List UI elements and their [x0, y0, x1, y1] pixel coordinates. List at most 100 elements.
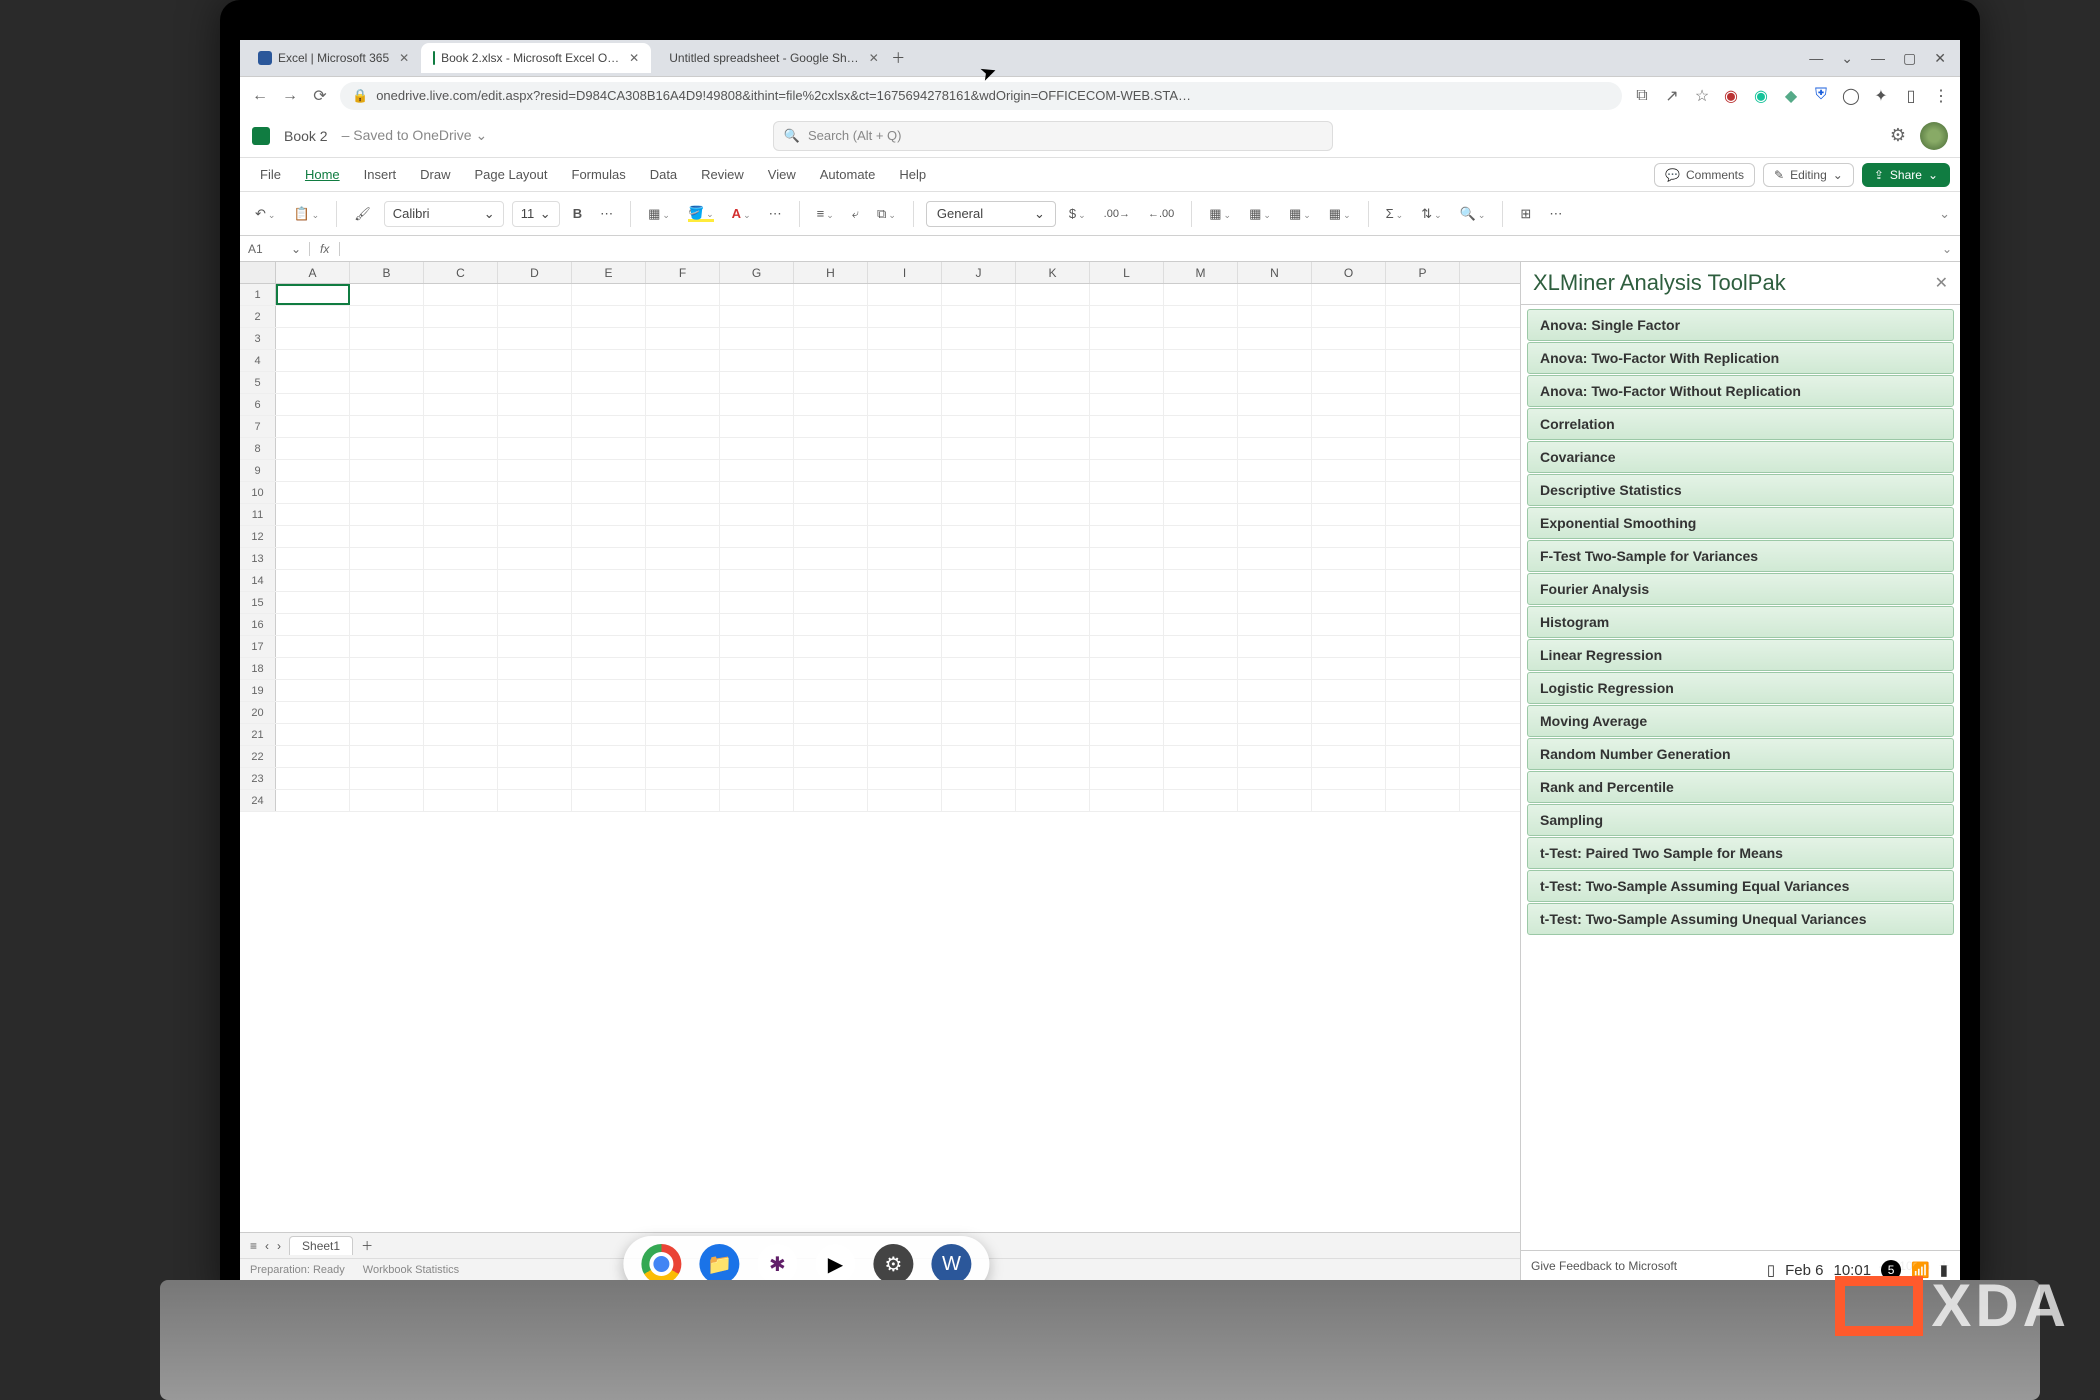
reload-button[interactable]: ⟳	[310, 86, 330, 106]
cell[interactable]	[868, 526, 942, 547]
cell[interactable]	[498, 746, 572, 767]
play-store-icon[interactable]: ▶	[815, 1244, 855, 1284]
cell-styles-button[interactable]: ▦⌄	[1284, 203, 1316, 225]
cell[interactable]	[350, 482, 424, 503]
cell[interactable]	[498, 416, 572, 437]
cell[interactable]	[720, 416, 794, 437]
cell[interactable]	[1312, 328, 1386, 349]
row-header[interactable]: 14	[240, 570, 276, 591]
cell[interactable]	[572, 636, 646, 657]
cell[interactable]	[498, 526, 572, 547]
font-name-select[interactable]: Calibri⌄	[384, 201, 504, 227]
cell[interactable]	[276, 636, 350, 657]
cell[interactable]	[1016, 680, 1090, 701]
cell[interactable]	[498, 328, 572, 349]
cell[interactable]	[1238, 548, 1312, 569]
cell[interactable]	[572, 592, 646, 613]
cell[interactable]	[794, 350, 868, 371]
cell[interactable]	[1016, 768, 1090, 789]
cell[interactable]	[720, 724, 794, 745]
column-header[interactable]: C	[424, 262, 498, 283]
cell[interactable]	[1164, 724, 1238, 745]
reading-list-icon[interactable]: ▯	[1902, 86, 1920, 106]
cell[interactable]	[1312, 592, 1386, 613]
cell[interactable]	[1090, 482, 1164, 503]
cell[interactable]	[720, 284, 794, 305]
cell[interactable]	[1312, 548, 1386, 569]
cell[interactable]	[1238, 482, 1312, 503]
paste-button[interactable]: 📋⌄	[288, 203, 324, 225]
cell[interactable]	[794, 482, 868, 503]
cell[interactable]	[1312, 658, 1386, 679]
cell[interactable]	[350, 614, 424, 635]
column-header[interactable]: H	[794, 262, 868, 283]
cell[interactable]	[572, 746, 646, 767]
cell[interactable]	[1312, 768, 1386, 789]
cell[interactable]	[1238, 636, 1312, 657]
cell[interactable]	[646, 328, 720, 349]
cell[interactable]	[1386, 460, 1460, 481]
name-box[interactable]: A1⌄	[240, 242, 310, 256]
row-header[interactable]: 7	[240, 416, 276, 437]
cell[interactable]	[1238, 394, 1312, 415]
cell[interactable]	[350, 284, 424, 305]
cell[interactable]	[1312, 350, 1386, 371]
analysis-tool-item[interactable]: Anova: Single Factor	[1527, 309, 1954, 341]
cell[interactable]	[720, 328, 794, 349]
cell[interactable]	[1312, 790, 1386, 811]
gear-icon[interactable]: ⚙	[1890, 125, 1906, 146]
cell[interactable]	[1016, 284, 1090, 305]
column-header[interactable]: I	[868, 262, 942, 283]
row-header[interactable]: 5	[240, 372, 276, 393]
new-tab-button[interactable]: ＋	[881, 48, 915, 68]
cell[interactable]	[276, 658, 350, 679]
ribbon-tab-file[interactable]: File	[250, 161, 291, 188]
cell[interactable]	[942, 372, 1016, 393]
cell[interactable]	[1386, 724, 1460, 745]
cell[interactable]	[424, 306, 498, 327]
cell[interactable]	[1090, 416, 1164, 437]
cell[interactable]	[276, 614, 350, 635]
cell[interactable]	[1164, 746, 1238, 767]
cell[interactable]	[1312, 636, 1386, 657]
ext-icon-1[interactable]: ◆	[1782, 86, 1800, 106]
cell[interactable]	[720, 636, 794, 657]
cell[interactable]	[1312, 680, 1386, 701]
cell[interactable]	[1016, 724, 1090, 745]
cell[interactable]	[942, 306, 1016, 327]
cell[interactable]	[350, 636, 424, 657]
cell[interactable]	[942, 548, 1016, 569]
autosum-button[interactable]: Σ⌄	[1381, 203, 1409, 224]
cell[interactable]	[942, 724, 1016, 745]
cell[interactable]	[1090, 504, 1164, 525]
decrease-decimal-button[interactable]: ←.00	[1143, 205, 1179, 223]
analysis-tool-item[interactable]: Sampling	[1527, 804, 1954, 836]
cell[interactable]	[276, 372, 350, 393]
cell[interactable]	[794, 328, 868, 349]
column-header[interactable]: N	[1238, 262, 1312, 283]
cell[interactable]	[1090, 350, 1164, 371]
cell[interactable]	[498, 284, 572, 305]
column-header[interactable]: P	[1386, 262, 1460, 283]
ribbon-tab-automate[interactable]: Automate	[810, 161, 886, 188]
cell[interactable]	[1312, 746, 1386, 767]
cell[interactable]	[424, 658, 498, 679]
font-size-select[interactable]: 11⌄	[512, 201, 560, 227]
cell[interactable]	[424, 702, 498, 723]
row-header[interactable]: 20	[240, 702, 276, 723]
back-button[interactable]: ←	[250, 87, 270, 105]
spreadsheet-grid[interactable]: ABCDEFGHIJKLMNOP 12345678910111213141516…	[240, 262, 1520, 1280]
cell[interactable]	[868, 482, 942, 503]
window-minimize2[interactable]: —	[1871, 50, 1885, 67]
row-header[interactable]: 17	[240, 636, 276, 657]
cell[interactable]	[868, 614, 942, 635]
cell[interactable]	[1238, 438, 1312, 459]
cell[interactable]	[572, 658, 646, 679]
extensions-icon[interactable]: ✦	[1872, 86, 1890, 106]
cell[interactable]	[572, 416, 646, 437]
cell[interactable]	[1238, 592, 1312, 613]
cell[interactable]	[794, 592, 868, 613]
cell[interactable]	[1090, 328, 1164, 349]
cell[interactable]	[646, 636, 720, 657]
cell[interactable]	[424, 790, 498, 811]
